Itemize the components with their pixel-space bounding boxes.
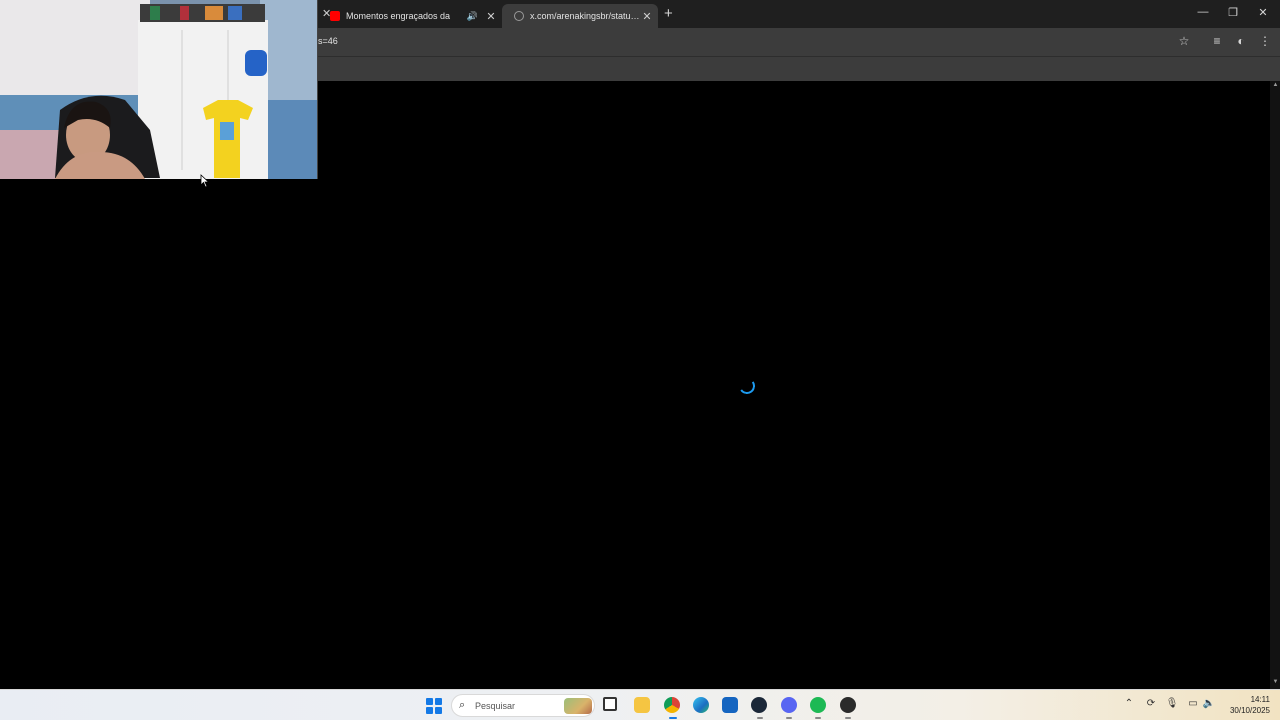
file-explorer-icon[interactable] [634, 697, 650, 713]
steam-icon[interactable] [751, 697, 767, 713]
outlook-icon[interactable] [722, 697, 738, 713]
address-bar-text[interactable]: s=46 [318, 36, 338, 46]
close-window-icon[interactable]: ✕ [1253, 6, 1273, 19]
reading-list-icon[interactable]: ≡ [1209, 34, 1225, 48]
task-view-icon[interactable] [603, 697, 617, 711]
edge-icon[interactable] [693, 697, 709, 713]
webcam-image [0, 0, 317, 179]
windows-taskbar: ⌕ Pesquisar ⌃ ⟳ 🎙 ▭ 🔈 14:11 30/10/2025 [0, 689, 1280, 720]
tab-close-icon[interactable]: ✕ [640, 10, 654, 23]
page-scrollbar[interactable] [1270, 81, 1280, 689]
new-tab-icon[interactable]: + [664, 5, 673, 22]
scroll-down-icon[interactable]: ▼ [1272, 679, 1279, 685]
tab-title: x.com/arenakingsbr/status/198 [530, 11, 640, 21]
bookmark-star-icon[interactable]: ☆ [1176, 34, 1192, 48]
minimize-icon[interactable]: — [1193, 6, 1213, 18]
network-icon[interactable]: ▭ [1186, 698, 1200, 709]
taskbar-clock[interactable]: 14:11 30/10/2025 [1218, 694, 1270, 716]
tab-x-status[interactable]: x.com/arenakingsbr/status/198 ✕ [502, 4, 658, 28]
profile-icon[interactable]: ◐ [1233, 34, 1249, 48]
app-running-indicator [786, 717, 792, 719]
tab-title: Momentos engraçados da [346, 11, 451, 21]
mouse-cursor-icon [200, 174, 210, 188]
app-running-indicator [815, 717, 821, 719]
search-placeholder: Pesquisar [475, 701, 516, 711]
tab-close-icon[interactable]: ✕ [484, 10, 498, 23]
globe-icon [514, 11, 524, 21]
desktop-screen: ✕ Momentos engraçados da 🔊 ✕ x.com/arena… [0, 0, 1280, 720]
speaker-icon[interactable]: 🔊 [467, 11, 478, 22]
scroll-up-icon[interactable]: ▲ [1272, 82, 1279, 88]
microphone-icon[interactable]: 🎙 [1165, 698, 1179, 709]
search-icon: ⌕ [459, 699, 466, 711]
search-highlight-image [564, 698, 592, 714]
clock-date: 30/10/2025 [1229, 706, 1270, 715]
tray-overflow-icon[interactable]: ⌃ [1122, 698, 1136, 709]
app-running-indicator [757, 717, 763, 719]
discord-icon[interactable] [781, 697, 797, 713]
sync-icon[interactable]: ⟳ [1144, 698, 1158, 709]
taskbar-search-box[interactable]: ⌕ Pesquisar [451, 694, 595, 717]
tab-youtube[interactable]: Momentos engraçados da 🔊 ✕ [318, 4, 502, 28]
chrome-icon[interactable] [664, 697, 680, 713]
youtube-icon [330, 11, 340, 21]
webcam-overlay [0, 0, 318, 179]
spotify-icon[interactable] [810, 697, 826, 713]
clock-time: 14:11 [1250, 695, 1270, 704]
menu-kebab-icon[interactable]: ⋮ [1257, 34, 1273, 48]
active-app-indicator [669, 717, 677, 719]
restore-icon[interactable]: ❐ [1223, 6, 1243, 19]
app-running-indicator [845, 717, 851, 719]
volume-icon[interactable]: 🔈 [1202, 698, 1216, 709]
obs-icon[interactable] [840, 697, 856, 713]
windows-start-icon[interactable] [426, 698, 442, 714]
